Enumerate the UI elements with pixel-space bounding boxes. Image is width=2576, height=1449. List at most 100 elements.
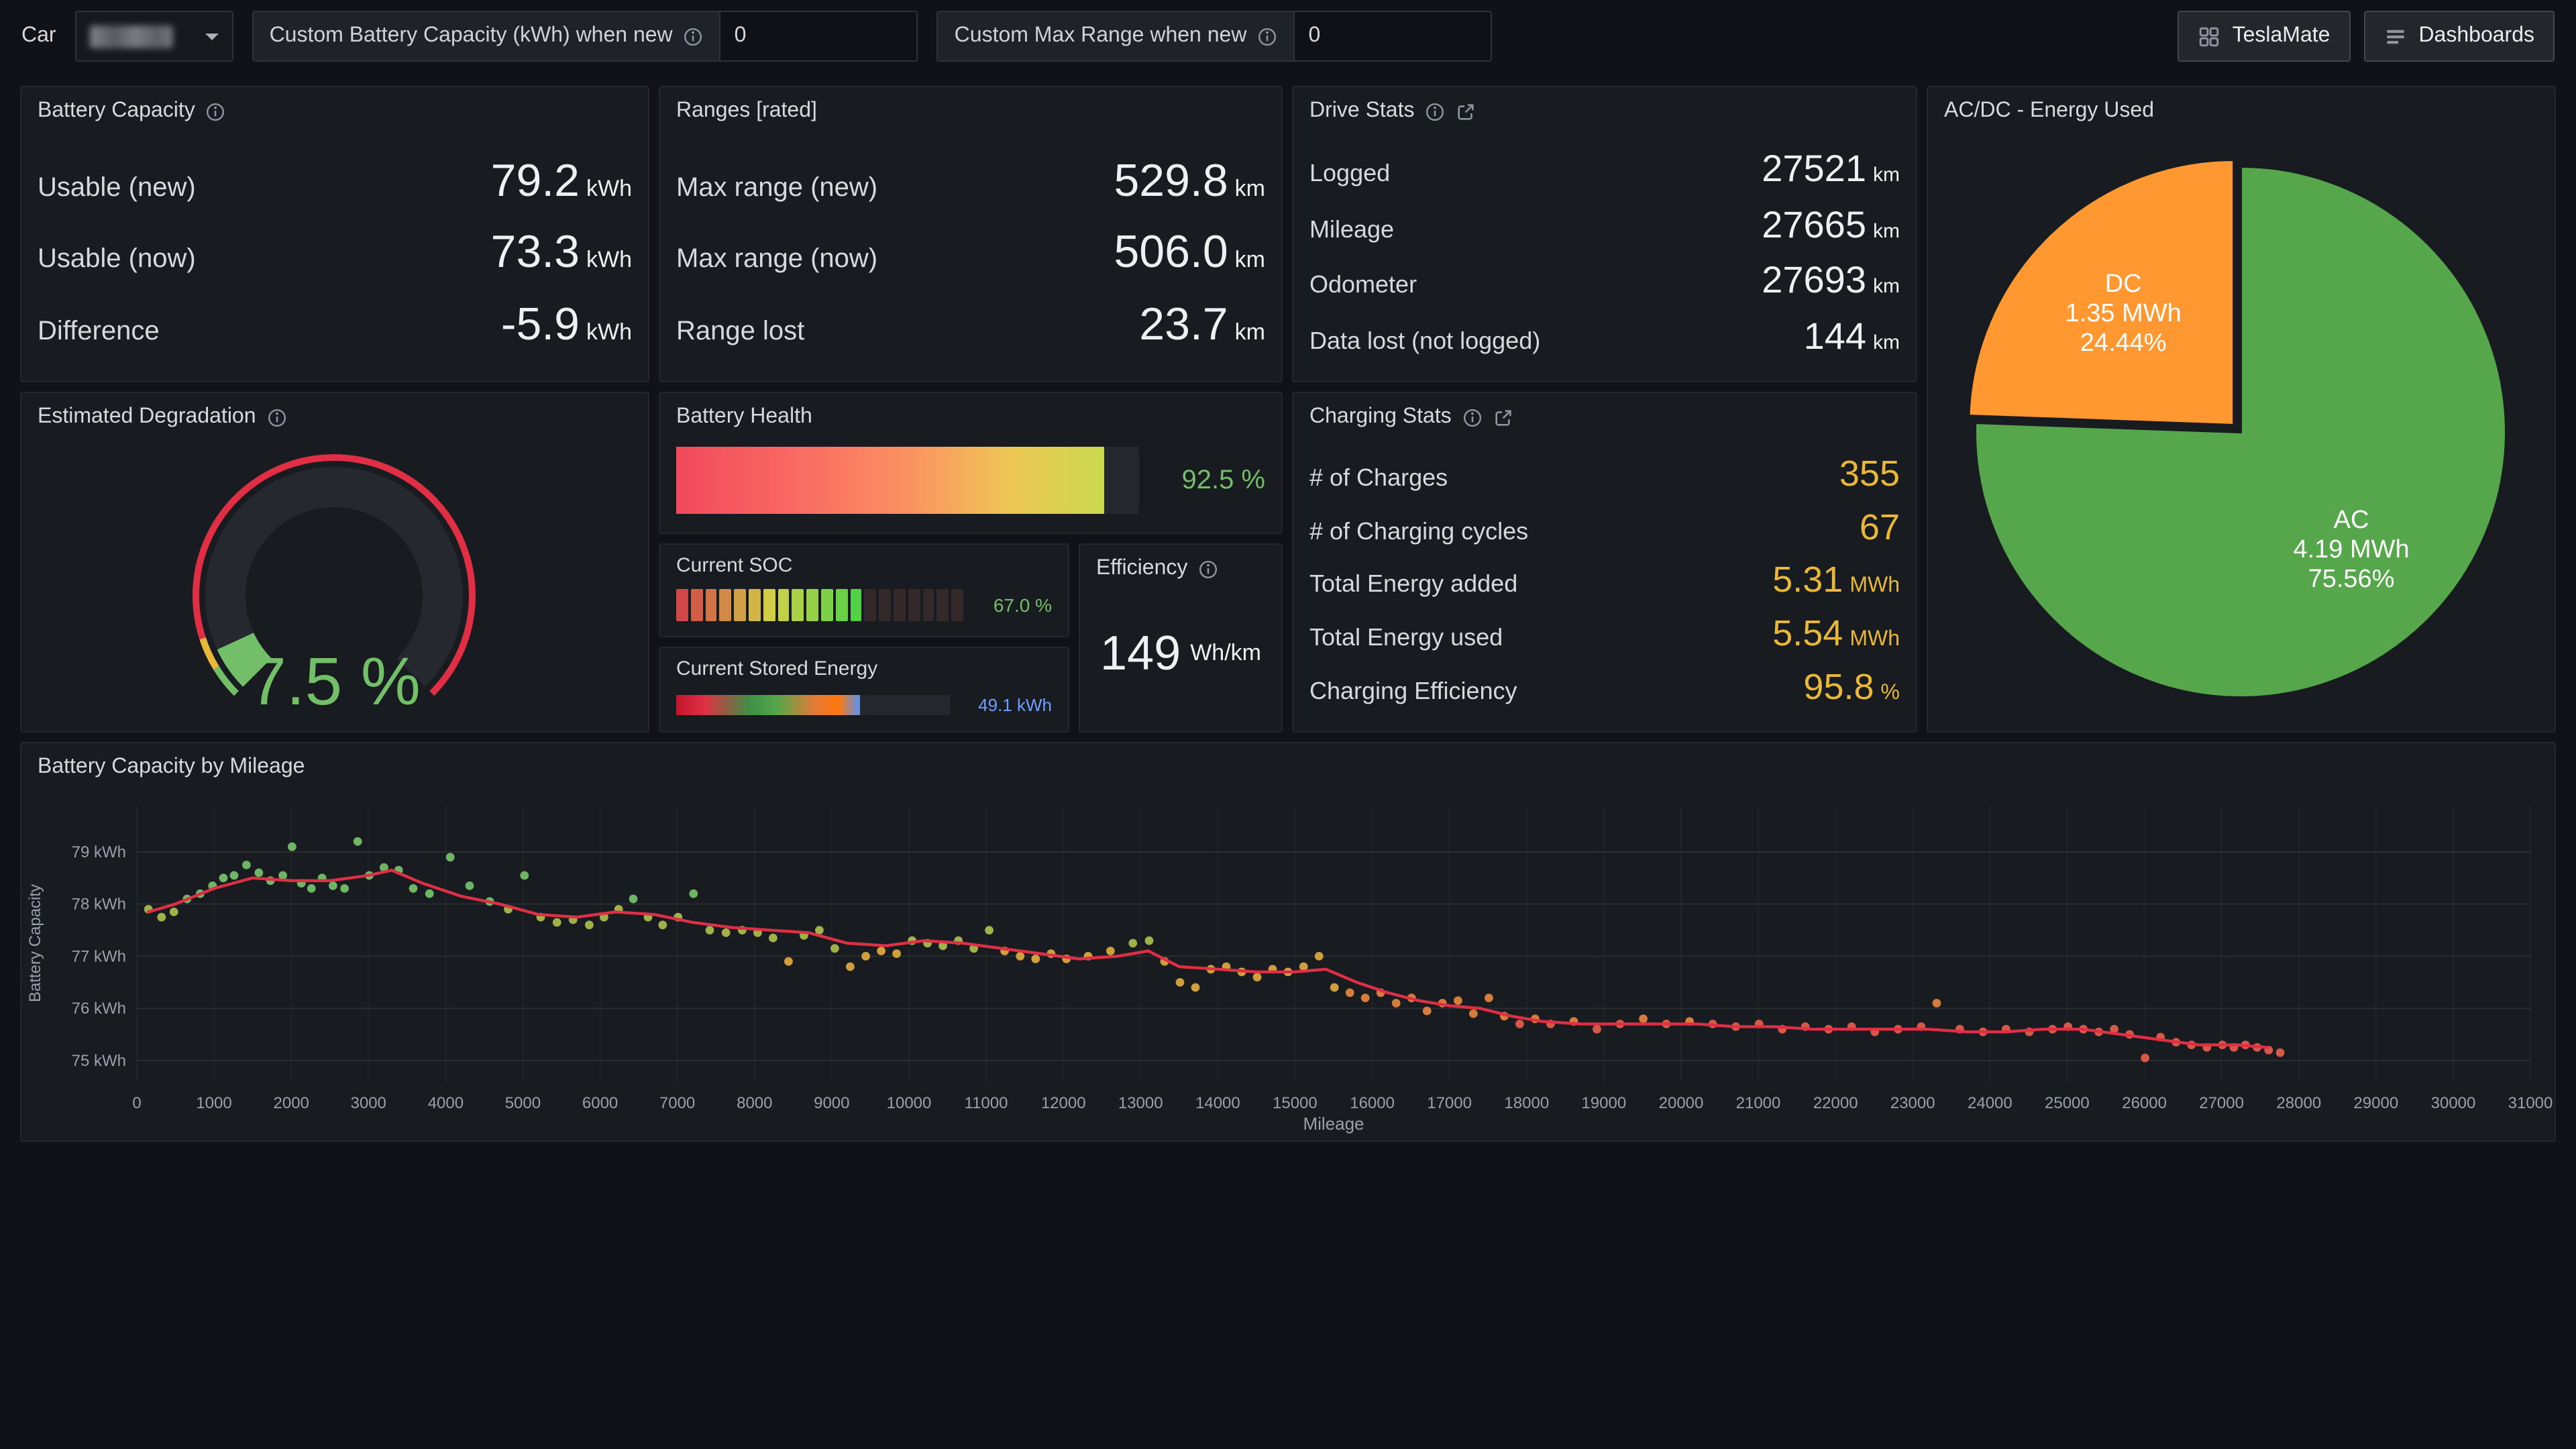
svg-text:Mileage: Mileage [1303,1114,1364,1134]
panel-battery-health: Battery Health 92.5 % [659,392,1283,534]
efficiency-value: 149 [1100,625,1181,681]
svg-text:19000: 19000 [1581,1094,1626,1112]
info-icon[interactable] [1198,559,1218,579]
soc-cell [894,589,906,621]
soc-cell [879,589,891,621]
panel-title-acdc[interactable]: AC/DC - Energy Used [1944,99,2154,123]
stat-value: 5.31MWh [1772,560,1900,602]
panel-title-estimated-degradation[interactable]: Estimated Degradation [38,405,256,429]
svg-text:12000: 12000 [1041,1094,1086,1112]
svg-text:16000: 16000 [1350,1094,1395,1112]
svg-text:23000: 23000 [1890,1094,1935,1112]
stat-row-difference: Difference-5.9kWh [38,299,632,351]
stat-value: 506.0km [1114,227,1265,279]
soc-cell [676,589,688,621]
external-link-icon[interactable] [1493,407,1513,427]
car-label: Car [21,24,56,48]
svg-text:28000: 28000 [2276,1094,2321,1112]
stat-value: 529.8km [1114,155,1265,207]
soc-value: 67.0 % [977,594,1052,616]
svg-text:75 kWh: 75 kWh [72,1052,126,1070]
stat-value: 144km [1804,315,1900,358]
battery-health-value: 92.5 % [1158,465,1265,496]
stat-value: 27521km [1762,148,1900,191]
stat-label: Total Energy added [1309,571,1517,599]
svg-text:13000: 13000 [1118,1094,1163,1112]
panel-title-battery-health[interactable]: Battery Health [676,405,812,429]
svg-text:31000: 31000 [2508,1094,2553,1112]
external-link-icon[interactable] [1456,101,1477,121]
custom-max-range-label-box: Custom Max Range when new [937,11,1294,62]
acdc-pie-chart[interactable]: AC4.19 MWh75.56%DC1.35 MWh24.44% [1928,136,2555,729]
custom-battery-capacity-control: Custom Battery Capacity (kWh) when new [252,11,918,62]
stat-label: Odometer [1309,271,1417,299]
info-icon[interactable] [684,26,704,46]
custom-max-range-input[interactable] [1293,11,1492,62]
dashboard-controls-bar: Car Custom Battery Capacity (kWh) when n… [0,0,2576,72]
soc-cell [850,589,862,621]
soc-lcd-bar [676,589,963,621]
panel-title-efficiency[interactable]: Efficiency [1096,557,1187,581]
stat-value: -5.9kWh [501,299,632,351]
battery-capacity-by-mileage-chart[interactable]: 75 kWh76 kWh77 kWh78 kWh79 kWh0100020003… [21,792,2555,1138]
panel-title-charging-stats[interactable]: Charging Stats [1309,405,1452,429]
panel-estimated-degradation: Estimated Degradation 7.5 % [20,392,649,733]
svg-text:2000: 2000 [274,1094,309,1112]
topbar-links: TeslaMate Dashboards [2178,11,2555,62]
svg-text:5000: 5000 [505,1094,541,1112]
svg-text:0: 0 [132,1094,141,1112]
efficiency-unit: Wh/km [1190,639,1261,666]
stat-value: 95.8% [1803,667,1900,708]
panel-title-current-soc[interactable]: Current SOC [676,553,792,576]
panel-title-ranges[interactable]: Ranges [rated] [676,99,817,123]
stat-value: 355 [1839,453,1900,495]
panel-charging-stats: Charging Stats # of Charges355# of Charg… [1292,392,1917,733]
panel-battery-capacity: Battery Capacity Usable (new)79.2kWhUsab… [20,86,649,382]
stat-row-max-range-now-: Max range (now)506.0km [676,227,1265,279]
soc-cell [806,589,818,621]
teslamate-button[interactable]: TeslaMate [2178,11,2351,62]
dashboards-button[interactable]: Dashboards [2363,11,2555,62]
svg-text:18000: 18000 [1504,1094,1549,1112]
info-icon[interactable] [1257,26,1277,46]
teslamate-button-label: TeslaMate [2233,24,2330,48]
soc-cell [836,589,848,621]
svg-text:Battery Capacity: Battery Capacity [26,884,44,1002]
info-icon[interactable] [267,407,287,427]
stat-value: 27693km [1762,259,1900,302]
soc-cell [720,589,732,621]
svg-text:7000: 7000 [659,1094,695,1112]
stat-label: Usable (now) [38,244,196,275]
info-icon[interactable] [1462,407,1483,427]
panel-battery-capacity-by-mileage: Battery Capacity by Mileage 75 kWh76 kWh… [20,742,2556,1142]
stat-row-mileage: Mileage27665km [1309,204,1900,247]
svg-text:11000: 11000 [965,1094,1008,1112]
stat-label: Data lost (not logged) [1309,327,1540,355]
custom-battery-capacity-input[interactable] [720,11,918,62]
stat-value: 27665km [1762,204,1900,247]
svg-text:8000: 8000 [737,1094,772,1112]
panel-title-battery-capacity[interactable]: Battery Capacity [38,99,195,123]
panel-title-battery-capacity-by-mileage[interactable]: Battery Capacity by Mileage [38,755,305,780]
stat-row--of-charging-cycles: # of Charging cycles67 [1309,506,1900,548]
custom-max-range-control: Custom Max Range when new [937,11,1493,62]
stat-value: 5.54MWh [1772,614,1900,655]
panel-title-current-stored-energy[interactable]: Current Stored Energy [676,657,877,680]
apps-icon [2198,25,2220,48]
soc-cell [908,589,920,621]
panel-title-drive-stats[interactable]: Drive Stats [1309,99,1415,123]
stat-row-total-energy-added: Total Energy added 5.31MWh [1309,560,1900,602]
info-icon[interactable] [1426,101,1446,121]
svg-text:10000: 10000 [887,1094,932,1112]
info-icon[interactable] [206,101,226,121]
stat-label: Max range (new) [676,172,877,203]
soc-cell [749,589,761,621]
chevron-down-icon [205,33,219,40]
stat-row-data-lost-not-logged-: Data lost (not logged) 144km [1309,315,1900,358]
grafana-dashboard: Car Custom Battery Capacity (kWh) when n… [0,0,2576,1449]
car-select[interactable] [75,11,233,62]
custom-battery-capacity-label: Custom Battery Capacity (kWh) when new [270,24,673,48]
dashboards-button-label: Dashboards [2418,24,2534,48]
svg-text:14000: 14000 [1195,1094,1240,1112]
soc-cell [937,589,949,621]
